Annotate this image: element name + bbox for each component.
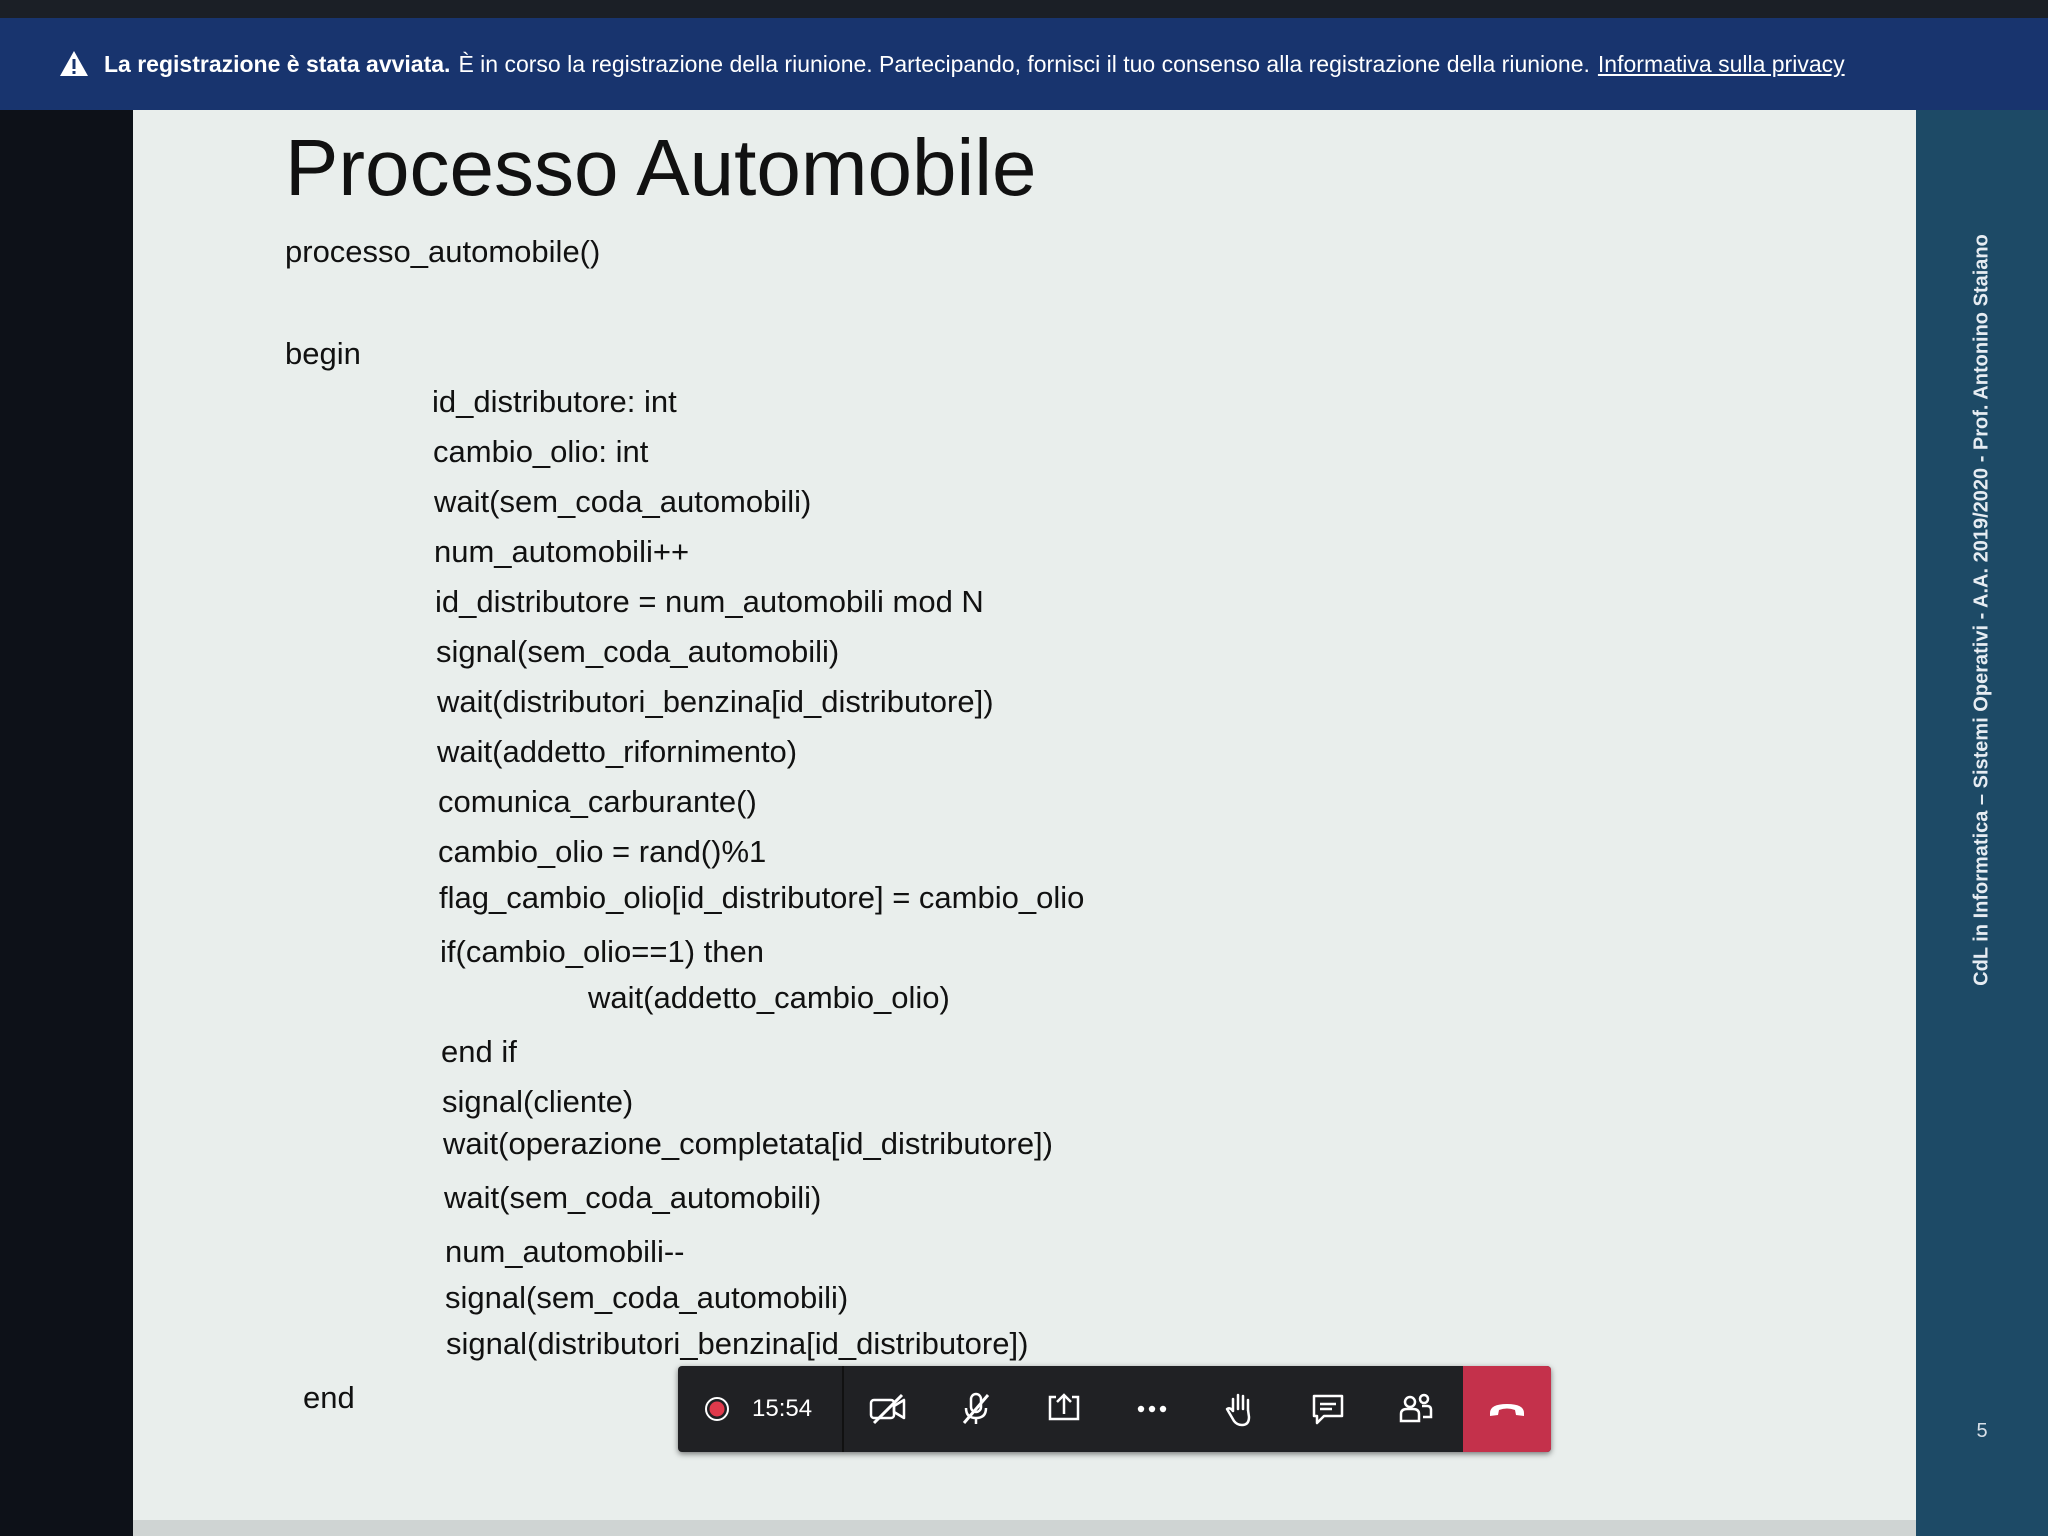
recording-dot-icon: [705, 1397, 729, 1421]
hang-up-button[interactable]: [1463, 1366, 1551, 1452]
code-line: id_distributore: int: [432, 384, 677, 419]
code-line: wait(distributori_benzina[id_distributor…: [437, 684, 994, 719]
participants-icon: [1399, 1393, 1433, 1423]
banner-bold-text: La registrazione è stata avviata.: [104, 50, 451, 77]
code-line: cambio_olio: int: [433, 434, 649, 469]
share-screen-icon: [1048, 1393, 1080, 1421]
raise-hand-button[interactable]: [1196, 1366, 1284, 1452]
slide-bottom-edge: [133, 1520, 1916, 1536]
warning-icon: [60, 51, 88, 76]
mic-toggle-button[interactable]: [932, 1366, 1020, 1452]
code-line: cambio_olio = rand()%1: [438, 834, 767, 869]
code-line: begin: [285, 336, 361, 371]
code-line: wait(addetto_cambio_olio): [588, 980, 950, 1015]
code-line: wait(sem_coda_automobili): [434, 484, 812, 519]
code-line: signal(sem_coda_automobili): [436, 634, 840, 669]
recording-timer: 15:54: [678, 1366, 845, 1452]
participants-button[interactable]: [1372, 1366, 1460, 1452]
timer-text: 15:54: [752, 1395, 813, 1422]
more-actions-button[interactable]: [1108, 1366, 1196, 1452]
shared-slide: Processo Automobile processo_automobile(…: [133, 110, 1916, 1536]
chat-icon: [1312, 1394, 1344, 1425]
window-top-strip: [0, 0, 2048, 18]
banner-text: È in corso la registrazione della riunio…: [458, 50, 1590, 77]
camera-toggle-button[interactable]: [844, 1366, 932, 1452]
slide-sidebar: CdL in Informatica – Sistemi Operativi -…: [1916, 110, 2048, 1536]
slide-page-number: 5: [1976, 1420, 1988, 1442]
chat-button[interactable]: [1284, 1366, 1372, 1452]
code-line: num_automobili--: [445, 1234, 685, 1269]
code-line: id_distributore = num_automobili mod N: [435, 584, 984, 619]
code-line: signal(cliente): [442, 1084, 634, 1119]
code-line: wait(operazione_completata[id_distributo…: [443, 1126, 1053, 1161]
privacy-link[interactable]: Informativa sulla privacy: [1598, 51, 1845, 78]
share-screen-button[interactable]: [1020, 1366, 1108, 1452]
code-line: processo_automobile(): [285, 234, 601, 269]
code-block: processo_automobile() begin id_distribut…: [133, 110, 1916, 1536]
code-line: signal(distributori_benzina[id_distribut…: [446, 1326, 1029, 1361]
code-line: flag_cambio_olio[id_distributore] = camb…: [439, 880, 1085, 915]
more-icon: [1137, 1405, 1167, 1413]
mic-off-icon: [962, 1392, 990, 1424]
code-line: if(cambio_olio==1) then: [440, 934, 764, 969]
camera-off-icon: [869, 1393, 906, 1425]
code-line: end: [303, 1380, 355, 1415]
raise-hand-icon: [1225, 1393, 1251, 1427]
code-line: wait(sem_coda_automobili): [444, 1180, 822, 1215]
code-line: wait(addetto_rifornimento): [437, 734, 798, 769]
hang-up-icon: [1490, 1404, 1524, 1416]
code-line: end if: [441, 1034, 517, 1069]
course-caption: CdL in Informatica – Sistemi Operativi -…: [1970, 234, 1993, 986]
code-line: comunica_carburante(): [438, 784, 757, 819]
code-line: signal(sem_coda_automobili): [445, 1280, 849, 1315]
recording-banner: La registrazione è stata avviata. È in c…: [0, 18, 2048, 110]
call-toolbar: 15:54: [678, 1366, 1551, 1452]
code-line: num_automobili++: [434, 534, 690, 569]
